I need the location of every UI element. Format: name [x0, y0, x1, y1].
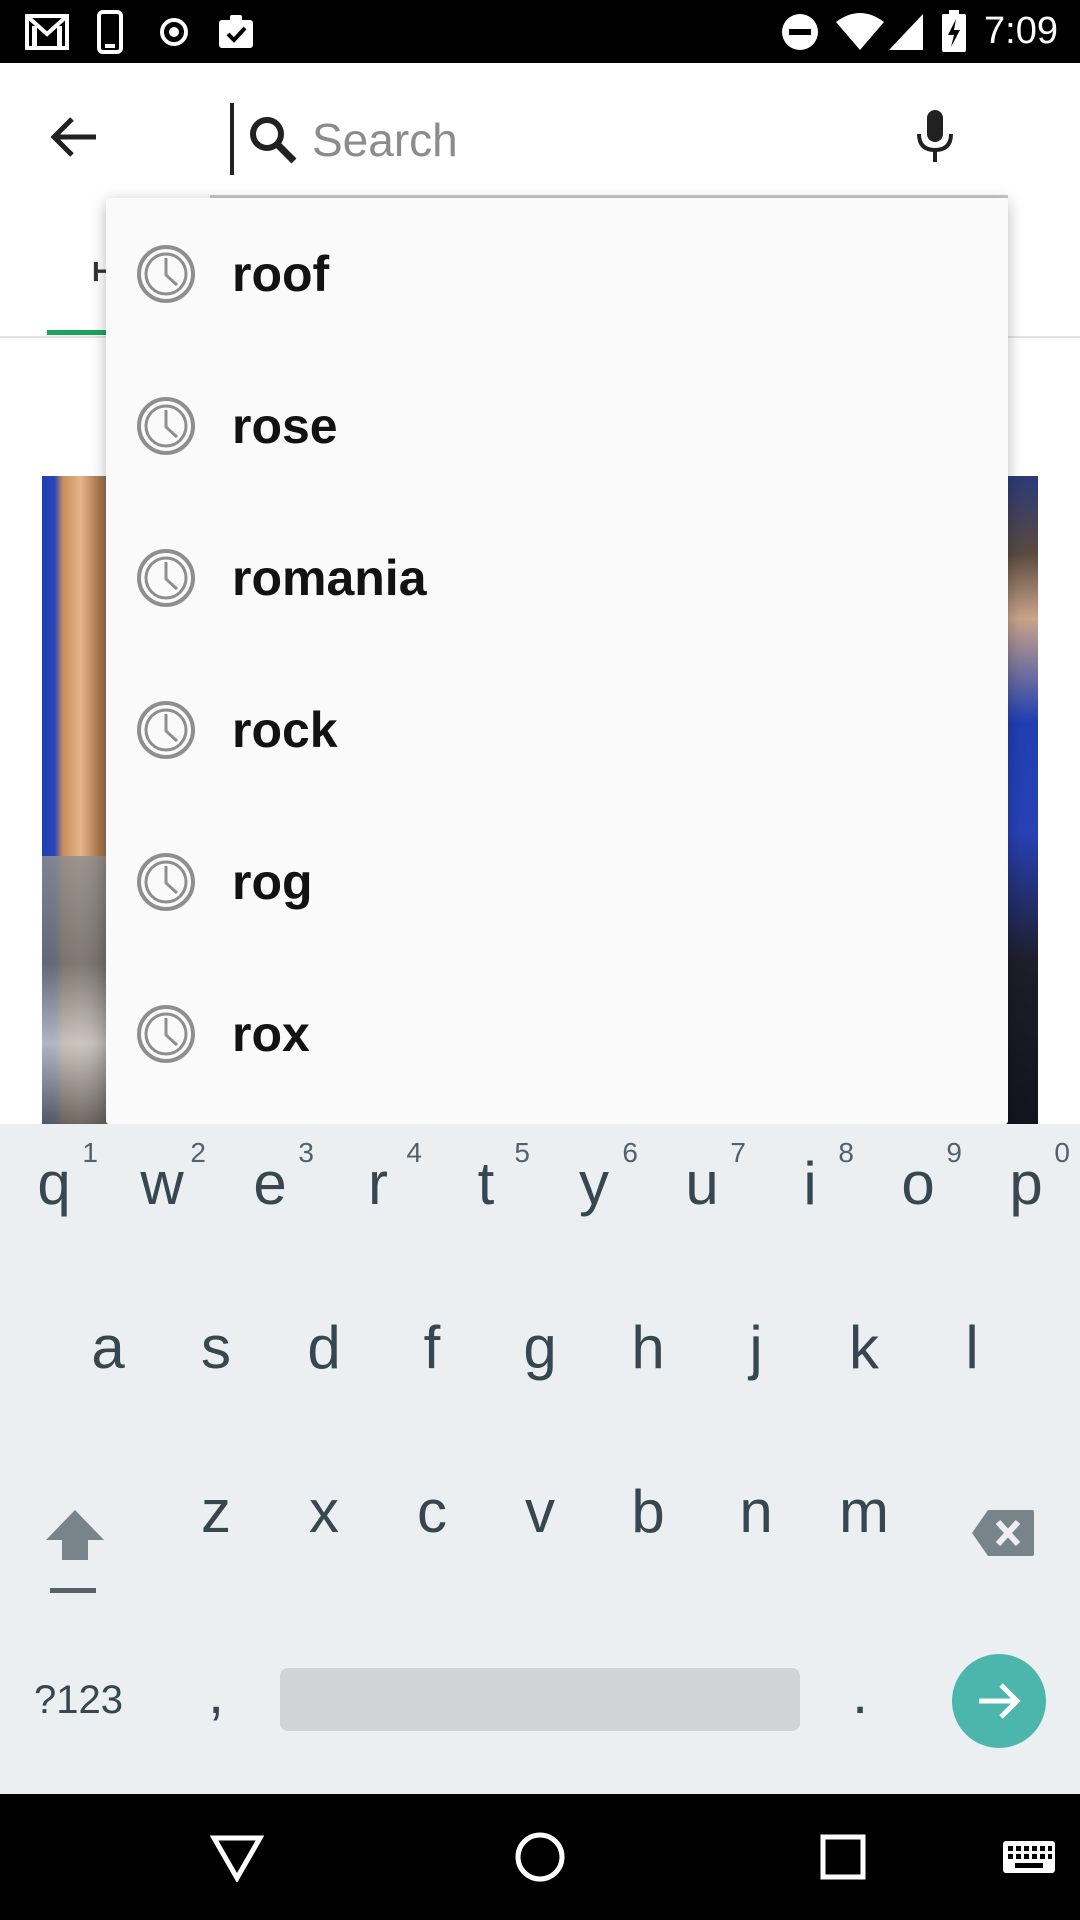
voice-search-button[interactable] [900, 101, 970, 171]
gmail-icon [22, 0, 72, 63]
content-image-right[interactable] [1006, 476, 1038, 1124]
symbols-key[interactable]: ?123 [34, 1670, 144, 1730]
key-b[interactable]: b [594, 1452, 702, 1572]
suggestion-label: rog [232, 854, 313, 910]
do-not-disturb-icon [778, 0, 822, 63]
suggestion-item[interactable]: rog [106, 806, 1008, 958]
suggestion-item[interactable]: romania [106, 502, 1008, 654]
key-o[interactable]: 9o [864, 1124, 972, 1244]
shift-arrow-icon [46, 1510, 104, 1593]
backspace-icon [972, 1510, 1034, 1556]
search-icon [250, 117, 297, 164]
phone-outline-icon [92, 0, 128, 63]
enter-go-key[interactable] [952, 1654, 1046, 1748]
history-clock-icon [137, 549, 195, 607]
nav-back-button[interactable] [202, 1822, 272, 1892]
keyboard-icon [1003, 1841, 1055, 1873]
active-tab-indicator [47, 330, 107, 335]
triangle-back-icon [210, 1835, 264, 1882]
battery-charging-icon [938, 0, 970, 63]
key-c[interactable]: c [378, 1452, 486, 1572]
arrow-back-icon [50, 117, 96, 157]
key-t[interactable]: 5t [432, 1124, 540, 1244]
key-r[interactable]: 4r [324, 1124, 432, 1244]
system-nav-bar [0, 1794, 1080, 1920]
cell-signal-icon [886, 0, 926, 63]
history-clock-icon [137, 1005, 195, 1063]
arrow-forward-icon [979, 1683, 1021, 1719]
key-j[interactable]: j [702, 1288, 810, 1408]
nav-recents-button[interactable] [808, 1822, 878, 1892]
history-clock-icon [137, 701, 195, 759]
suggestion-label: rox [232, 1006, 310, 1062]
key-x[interactable]: x [270, 1452, 378, 1572]
key-a[interactable]: a [54, 1288, 162, 1408]
key-s[interactable]: s [162, 1288, 270, 1408]
soft-keyboard: 1q 2w 3e 4r 5t 6y 7u 8i 9o 0p a s d f g … [0, 1124, 1080, 1794]
mic-icon [917, 110, 953, 162]
wifi-icon [832, 0, 888, 63]
key-d[interactable]: d [270, 1288, 378, 1408]
search-suggestions-dropdown: roof rose romania rock rog rox [106, 198, 1008, 1124]
search-input[interactable] [312, 107, 872, 173]
history-clock-icon [137, 397, 195, 455]
suggestion-label: rock [232, 702, 338, 758]
key-v[interactable]: v [486, 1452, 594, 1572]
key-u[interactable]: 7u [648, 1124, 756, 1244]
status-bar: 7:09 [0, 0, 1080, 63]
key-k[interactable]: k [810, 1288, 918, 1408]
history-clock-icon [137, 853, 195, 911]
suggestion-item[interactable]: rox [106, 958, 1008, 1110]
key-l[interactable]: l [918, 1288, 1026, 1408]
period-key[interactable]: . [840, 1654, 880, 1734]
key-m[interactable]: m [810, 1452, 918, 1572]
clipboard-check-icon [214, 0, 258, 63]
square-recents-icon [820, 1834, 866, 1880]
suggestion-item[interactable]: rose [106, 350, 1008, 502]
key-p[interactable]: 0p [972, 1124, 1080, 1244]
content-image-left[interactable] [42, 476, 112, 1124]
back-button[interactable] [38, 101, 110, 173]
key-y[interactable]: 6y [540, 1124, 648, 1244]
suggestion-label: roof [232, 246, 330, 302]
circle-home-icon [515, 1832, 565, 1882]
key-z[interactable]: z [162, 1452, 270, 1572]
backspace-key[interactable] [970, 1508, 1040, 1564]
key-e[interactable]: 3e [216, 1124, 324, 1244]
suggestion-label: romania [232, 550, 427, 606]
text-cursor [230, 103, 234, 175]
suggestion-item[interactable]: rock [106, 654, 1008, 806]
keyboard-switch-button[interactable] [994, 1822, 1064, 1892]
suggestion-label: rose [232, 398, 338, 454]
record-icon [154, 0, 194, 63]
comma-key[interactable]: , [196, 1654, 236, 1734]
key-n[interactable]: n [702, 1452, 810, 1572]
key-h[interactable]: h [594, 1288, 702, 1408]
nav-home-button[interactable] [505, 1822, 575, 1892]
status-time: 7:09 [984, 10, 1058, 52]
key-i[interactable]: 8i [756, 1124, 864, 1244]
key-f[interactable]: f [378, 1288, 486, 1408]
shift-key[interactable] [40, 1504, 110, 1604]
key-g[interactable]: g [486, 1288, 594, 1408]
space-key[interactable] [280, 1668, 800, 1731]
key-w[interactable]: 2w [108, 1124, 216, 1244]
key-q[interactable]: 1q [0, 1124, 108, 1244]
suggestion-item[interactable]: roof [106, 198, 1008, 350]
history-clock-icon [137, 245, 195, 303]
